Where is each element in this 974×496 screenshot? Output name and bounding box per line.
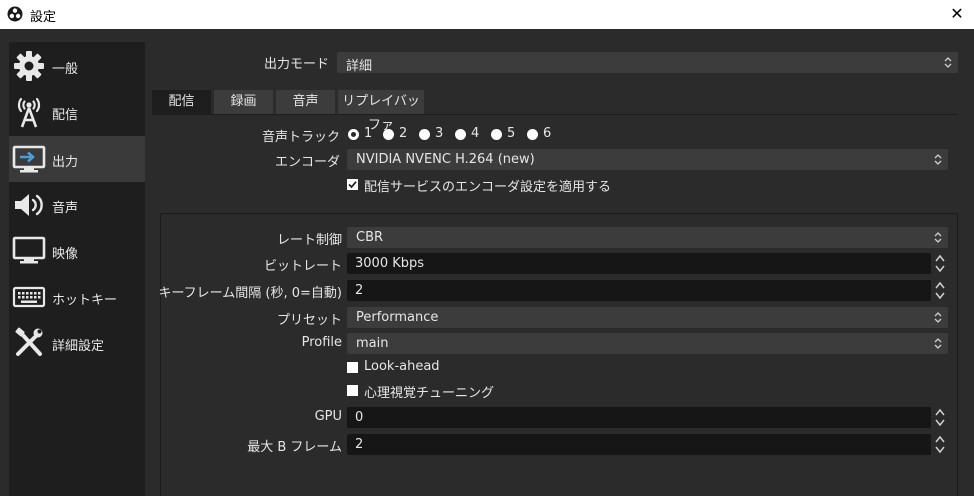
broadcast-icon bbox=[17, 97, 41, 128]
psycho-visual-tuning-label: 心理視覚チューニング bbox=[364, 386, 495, 401]
sidebar: 一般 配信 出力 音声 映像 ホットキー 詳細設定 bbox=[9, 42, 145, 496]
window-title: 設定 bbox=[30, 10, 57, 25]
obs-logo-icon bbox=[7, 6, 23, 22]
sidebar-item-stream[interactable]: 配信 bbox=[9, 89, 145, 135]
monitor-icon bbox=[12, 236, 46, 264]
audio-track-radio-3[interactable] bbox=[419, 129, 430, 140]
bitrate-label: ビットレート bbox=[263, 259, 342, 274]
keyframe-interval-label: キーフレーム間隔 (秒, 0=自動) bbox=[158, 286, 342, 301]
encoder-value: NVIDIA NVENC H.264 (new) bbox=[356, 152, 535, 167]
chevron-updown-icon bbox=[934, 312, 942, 323]
look-ahead-checkbox[interactable] bbox=[347, 362, 358, 373]
preset-select[interactable]: Performance bbox=[347, 307, 948, 328]
arrow-down-icon[interactable] bbox=[934, 291, 946, 300]
preset-value: Performance bbox=[356, 310, 439, 325]
rate-control-value: CBR bbox=[356, 230, 384, 245]
keyboard-icon bbox=[12, 286, 46, 308]
output-icon bbox=[12, 145, 46, 173]
audio-track-option-label: 5 bbox=[507, 126, 516, 141]
gpu-value: 0 bbox=[355, 410, 364, 425]
tab-replay-buffer[interactable]: リプレイバッファ bbox=[338, 90, 424, 133]
output-mode-value: 詳細 bbox=[346, 59, 373, 74]
sidebar-item-label: 映像 bbox=[52, 247, 79, 262]
audio-track-radio-1[interactable] bbox=[348, 129, 359, 140]
apply-service-settings-label: 配信サービスのエンコーダ設定を適用する bbox=[364, 180, 612, 195]
preset-label: プリセット bbox=[276, 313, 342, 328]
sidebar-item-label: 配信 bbox=[52, 108, 79, 123]
audio-track-label: 音声トラック bbox=[261, 130, 340, 145]
max-b-frames-spinbox[interactable]: 2 bbox=[347, 434, 948, 455]
audio-track-option-label: 3 bbox=[435, 126, 444, 141]
apply-service-settings-checkbox[interactable] bbox=[347, 179, 358, 190]
audio-track-radio-6[interactable] bbox=[527, 129, 538, 140]
tab-audio[interactable]: 音声 bbox=[276, 90, 335, 114]
bitrate-value: 3000 Kbps bbox=[355, 256, 425, 271]
tab-divider bbox=[152, 114, 958, 115]
profile-label: Profile bbox=[301, 335, 342, 350]
chevron-updown-icon bbox=[944, 57, 952, 68]
sidebar-item-video[interactable]: 映像 bbox=[9, 228, 145, 274]
bitrate-spinbox[interactable]: 3000 Kbps bbox=[347, 253, 948, 274]
max-b-frames-value: 2 bbox=[355, 437, 364, 452]
audio-track-radio-5[interactable] bbox=[491, 129, 502, 140]
psycho-visual-tuning-checkbox[interactable] bbox=[347, 385, 358, 396]
sidebar-item-advanced[interactable]: 詳細設定 bbox=[9, 320, 145, 366]
gear-icon bbox=[14, 51, 44, 81]
tools-icon bbox=[15, 327, 43, 356]
sidebar-item-label: 音声 bbox=[52, 201, 79, 216]
chevron-updown-icon bbox=[934, 232, 942, 243]
close-icon[interactable]: ✕ bbox=[946, 3, 968, 25]
audio-track-option-label: 1 bbox=[364, 126, 373, 141]
sidebar-item-general[interactable]: 一般 bbox=[9, 43, 145, 89]
chevron-updown-icon bbox=[934, 154, 942, 165]
sidebar-item-label: 詳細設定 bbox=[52, 339, 105, 354]
encoder-label: エンコーダ bbox=[274, 155, 340, 170]
sidebar-item-label: ホットキー bbox=[52, 293, 118, 308]
audio-track-option-label: 6 bbox=[543, 126, 552, 141]
keyframe-interval-value: 2 bbox=[355, 283, 364, 298]
profile-value: main bbox=[356, 336, 389, 351]
spin-arrows bbox=[931, 253, 948, 274]
arrow-up-icon[interactable] bbox=[934, 281, 946, 290]
audio-track-radio-4[interactable] bbox=[455, 129, 466, 140]
chevron-updown-icon bbox=[934, 338, 942, 349]
audio-track-option-label: 2 bbox=[399, 126, 408, 141]
spin-arrows bbox=[931, 407, 948, 428]
speaker-icon bbox=[15, 194, 43, 216]
keyframe-interval-spinbox[interactable]: 2 bbox=[347, 280, 948, 301]
settings-window: 一般 配信 出力 音声 映像 ホットキー 詳細設定 出力モード 詳細 配信 録画… bbox=[0, 29, 974, 496]
checkmark-icon bbox=[348, 181, 357, 189]
output-mode-label: 出力モード bbox=[263, 57, 329, 72]
sidebar-item-hotkeys[interactable]: ホットキー bbox=[9, 274, 145, 320]
sidebar-item-audio[interactable]: 音声 bbox=[9, 182, 145, 228]
encoder-select[interactable]: NVIDIA NVENC H.264 (new) bbox=[347, 149, 948, 170]
gpu-spinbox[interactable]: 0 bbox=[347, 407, 948, 428]
audio-track-option-label: 4 bbox=[471, 126, 480, 141]
sidebar-item-label: 出力 bbox=[52, 155, 79, 170]
arrow-down-icon[interactable] bbox=[934, 445, 946, 454]
look-ahead-label: Look-ahead bbox=[364, 359, 440, 374]
rate-control-select[interactable]: CBR bbox=[347, 227, 948, 248]
title-bar: 設定 ✕ bbox=[0, 0, 974, 29]
tab-recording[interactable]: 録画 bbox=[214, 90, 273, 114]
spin-arrows bbox=[931, 280, 948, 301]
arrow-up-icon[interactable] bbox=[934, 408, 946, 417]
arrow-up-icon[interactable] bbox=[934, 435, 946, 444]
rate-control-label: レート制御 bbox=[276, 233, 342, 248]
gpu-label: GPU bbox=[314, 409, 342, 424]
profile-select[interactable]: main bbox=[347, 333, 948, 354]
max-b-frames-label: 最大 B フレーム bbox=[247, 440, 342, 455]
tab-stream[interactable]: 配信 bbox=[152, 90, 211, 114]
sidebar-item-output[interactable]: 出力 bbox=[9, 136, 145, 182]
output-mode-select[interactable]: 詳細 bbox=[337, 52, 958, 74]
audio-track-radio-2[interactable] bbox=[383, 129, 394, 140]
arrow-down-icon[interactable] bbox=[934, 264, 946, 273]
sidebar-item-label: 一般 bbox=[52, 62, 79, 77]
spin-arrows bbox=[931, 434, 948, 455]
arrow-down-icon[interactable] bbox=[934, 418, 946, 427]
arrow-up-icon[interactable] bbox=[934, 254, 946, 263]
